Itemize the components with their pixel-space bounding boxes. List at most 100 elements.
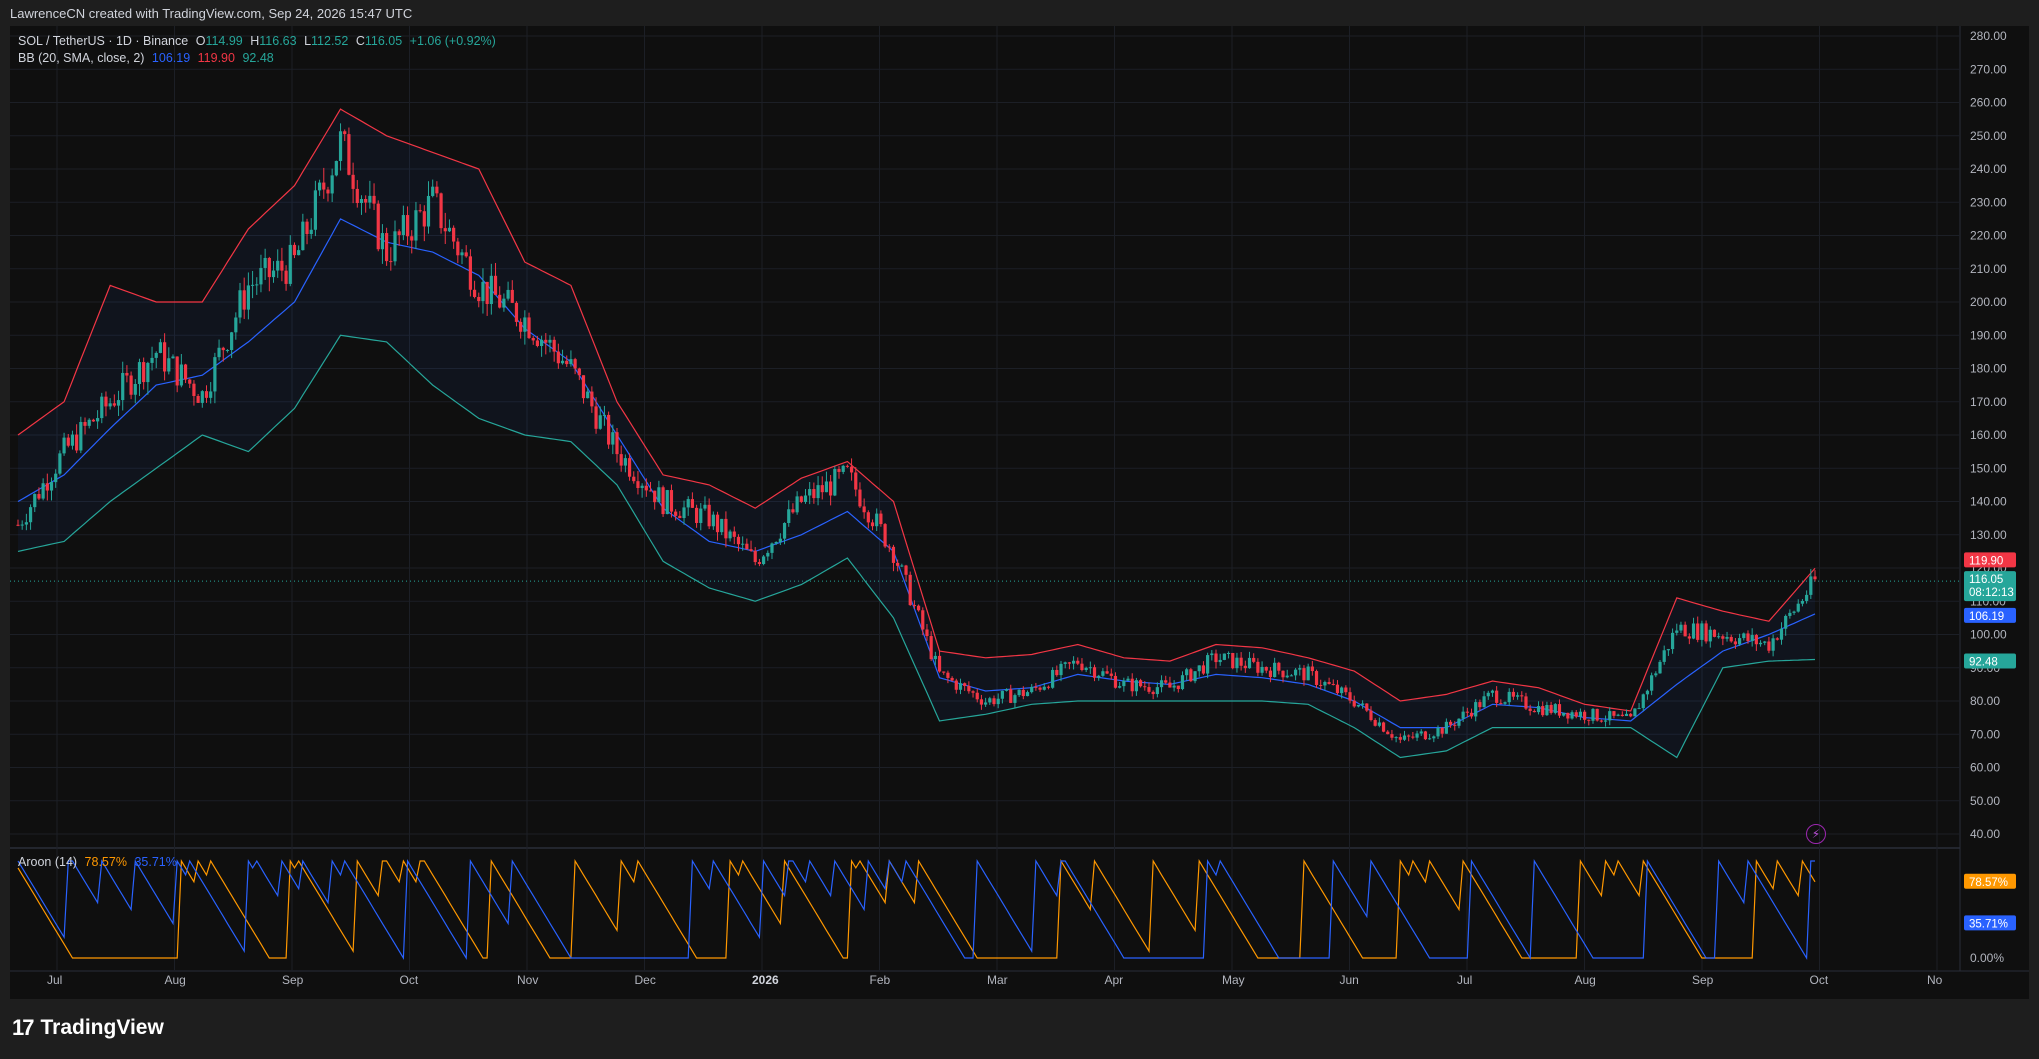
candle-body — [1180, 675, 1185, 690]
candle-body — [163, 342, 167, 372]
candle-body — [1402, 735, 1407, 740]
candle-body — [125, 372, 129, 376]
candle-body — [1784, 615, 1788, 629]
candle-body — [1252, 657, 1256, 662]
candle-body — [1771, 638, 1775, 651]
ohlc-low-value: 112.52 — [311, 34, 349, 48]
candle-body — [1067, 662, 1071, 664]
candle-body — [230, 332, 234, 351]
candle-body — [1465, 711, 1469, 713]
candle-body — [590, 391, 594, 407]
candle-body — [1474, 702, 1478, 717]
candle-body — [1222, 653, 1226, 660]
candle-body — [736, 536, 741, 545]
candle-body — [1197, 665, 1201, 672]
candle-body — [426, 195, 431, 227]
candle-body — [1298, 668, 1302, 670]
aroon-y-tick-label: 0.00% — [1970, 951, 2004, 965]
candle-body — [1809, 576, 1813, 595]
candle-body — [1603, 720, 1608, 722]
lightning-bolt-icon[interactable]: ⚡ — [1806, 824, 1826, 844]
candle-body — [1792, 611, 1796, 613]
candle-body — [1046, 686, 1051, 688]
candle-body — [1608, 711, 1612, 721]
candle-body — [1796, 603, 1800, 612]
chart-canvas[interactable]: 40.0050.0060.0070.0080.0090.00100.00110.… — [10, 26, 2029, 999]
aroon-legend[interactable]: Aroon (14) 78.57% 35.71% — [18, 855, 181, 869]
candle-body — [1578, 711, 1583, 717]
candle-body — [1164, 680, 1168, 683]
candle-body — [1340, 687, 1344, 694]
candle-body — [75, 434, 79, 451]
candle-body — [1051, 669, 1055, 688]
candle-body — [1599, 720, 1603, 722]
candle-body — [963, 683, 967, 686]
bollinger-upper-value: 119.90 — [197, 51, 235, 65]
candle-body — [875, 513, 879, 527]
candle-body — [778, 538, 782, 542]
candle-body — [431, 186, 435, 196]
candle-body — [301, 221, 305, 251]
candle-body — [1365, 703, 1369, 711]
candle-body — [121, 372, 125, 401]
y-tick-label: 70.00 — [1970, 727, 2000, 741]
candle-body — [485, 281, 489, 305]
candle-body — [1704, 623, 1708, 642]
candle-body — [435, 186, 439, 194]
candle-body — [1478, 702, 1482, 708]
candle-body — [1453, 724, 1457, 726]
candle-body — [401, 215, 405, 236]
candle-body — [770, 543, 774, 553]
aroon-up-line[interactable] — [17, 858, 1816, 959]
candle-body — [1118, 686, 1122, 688]
candle-body — [368, 195, 372, 203]
candle-body — [405, 215, 410, 237]
symbol-title[interactable]: SOL / TetherUS · 1D · Binance — [18, 34, 188, 48]
candle-body — [414, 210, 418, 241]
candle-body — [472, 289, 477, 297]
y-tick-label: 50.00 — [1970, 794, 2000, 808]
ohlc-close-label: C — [355, 34, 365, 48]
bar-countdown-tag: 08:12:13 — [1969, 587, 2014, 599]
candle-body — [246, 285, 250, 310]
candle-body — [1076, 660, 1080, 664]
symbol-legend[interactable]: SOL / TetherUS · 1D · Binance O114.99 H1… — [18, 34, 500, 48]
candle-body — [1193, 671, 1197, 682]
x-tick-label: Mar — [987, 973, 1008, 987]
candle-body — [133, 383, 137, 395]
x-tick-label: Apr — [1105, 973, 1124, 987]
candle-body — [1562, 712, 1566, 716]
y-tick-label: 40.00 — [1970, 827, 2000, 841]
candle-body — [824, 481, 829, 493]
bollinger-legend[interactable]: BB (20, SMA, close, 2) 106.19 119.90 92.… — [18, 51, 278, 65]
candle-body — [1361, 703, 1365, 705]
aroon-down-line[interactable] — [17, 858, 1815, 961]
candle-body — [1754, 635, 1758, 645]
candle-body — [1331, 683, 1335, 685]
tradingview-logo[interactable]: 17 TradingView — [12, 1015, 164, 1041]
candle-body — [1658, 661, 1662, 674]
candle-body — [1805, 594, 1809, 601]
candle-body — [929, 636, 933, 660]
candle-body — [967, 685, 971, 692]
x-tick-label: Sep — [282, 973, 304, 987]
x-tick-label: Jul — [47, 973, 62, 987]
candle-body — [154, 352, 158, 358]
candle-body — [916, 605, 921, 611]
candle-body — [657, 487, 661, 503]
candle-body — [1109, 673, 1113, 676]
candle-body — [833, 469, 837, 496]
candle-body — [288, 244, 292, 284]
candle-body — [1344, 687, 1348, 693]
candle-body — [1319, 684, 1323, 686]
candle-body — [1352, 700, 1356, 707]
bollinger-title[interactable]: BB (20, SMA, close, 2) — [18, 51, 144, 65]
y-tick-label: 260.00 — [1970, 96, 2007, 110]
candle-body — [942, 671, 946, 673]
candle-body — [1645, 690, 1650, 695]
candle-body — [958, 683, 963, 690]
candle-body — [292, 244, 297, 256]
candle-body — [715, 514, 720, 533]
aroon-title[interactable]: Aroon (14) — [18, 855, 77, 869]
candle-body — [1394, 737, 1398, 739]
